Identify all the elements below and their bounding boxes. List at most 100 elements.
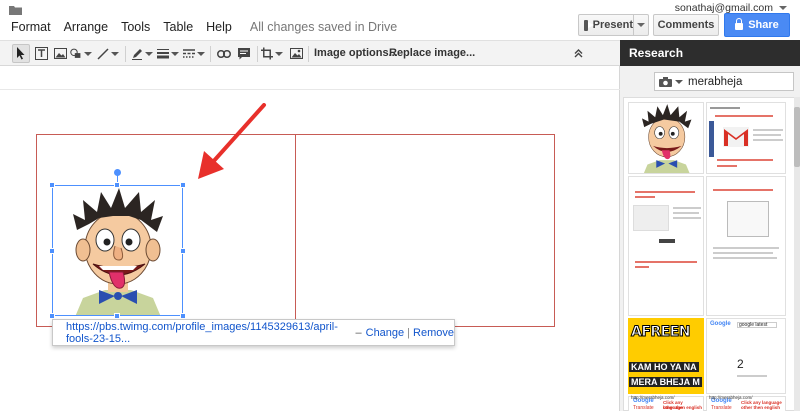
thumb-line bbox=[717, 165, 737, 167]
image-link-url[interactable]: https://pbs.twimg.com/profile_images/114… bbox=[66, 321, 352, 345]
folder-icon[interactable] bbox=[9, 5, 22, 15]
thumb-image bbox=[633, 205, 669, 231]
thumb-translate-label: Translate bbox=[711, 405, 732, 411]
toolbar-divider bbox=[308, 46, 309, 62]
comments-button[interactable]: Comments bbox=[653, 14, 719, 36]
selected-image[interactable] bbox=[52, 185, 183, 316]
image-options-button[interactable]: Image options... bbox=[314, 47, 398, 59]
resize-handle-top[interactable] bbox=[114, 182, 120, 188]
menu-tools[interactable]: Tools bbox=[121, 20, 150, 34]
toolbar-divider bbox=[210, 46, 211, 62]
thumb-line bbox=[753, 139, 783, 141]
thumb-line bbox=[753, 129, 783, 131]
thumb-line bbox=[713, 247, 779, 249]
result-thumbnail[interactable] bbox=[706, 102, 786, 174]
research-header: Research bbox=[620, 40, 800, 66]
shape-icon bbox=[70, 48, 81, 58]
lock-icon bbox=[735, 18, 744, 30]
comments-label: Comments bbox=[657, 19, 715, 31]
cartoon-face-thumbnail bbox=[641, 104, 692, 173]
menu-table[interactable]: Table bbox=[163, 20, 193, 34]
chevron-down-icon bbox=[637, 23, 645, 27]
result-thumbnail[interactable] bbox=[628, 102, 704, 174]
toolbar: Image options... Replace image... bbox=[0, 40, 620, 66]
shape-tool[interactable] bbox=[70, 44, 92, 63]
collapse-icon bbox=[574, 49, 582, 58]
thumb-line bbox=[635, 191, 695, 193]
pen-icon bbox=[132, 48, 142, 60]
gmail-icon bbox=[723, 127, 749, 147]
image-tool[interactable] bbox=[52, 44, 68, 63]
link-icon bbox=[217, 49, 231, 58]
thumb-share-bar bbox=[709, 121, 714, 157]
thumb-image bbox=[659, 239, 675, 243]
research-panel: Research merabheja AFREEN KAM HO YA NA M… bbox=[620, 40, 800, 411]
line-color-tool[interactable] bbox=[131, 44, 153, 63]
research-scrollbar[interactable] bbox=[794, 97, 800, 411]
google-logo: Google bbox=[710, 321, 731, 327]
line-weight-tool[interactable] bbox=[157, 44, 179, 63]
thumb-search-box: google latest bbox=[737, 322, 777, 328]
chevron-down-icon[interactable] bbox=[675, 79, 683, 84]
chevron-down-icon bbox=[111, 51, 119, 56]
thumb-line bbox=[710, 107, 740, 109]
thumb-translate-label: Translate bbox=[633, 405, 654, 411]
present-label: Present bbox=[592, 19, 633, 31]
select-tool[interactable] bbox=[12, 44, 30, 63]
line-icon bbox=[97, 47, 109, 60]
crop-button[interactable] bbox=[261, 44, 283, 63]
insert-comment-button[interactable] bbox=[235, 44, 253, 63]
cursor-icon bbox=[17, 47, 25, 60]
present-button[interactable]: Present bbox=[579, 15, 634, 35]
insert-link-button[interactable] bbox=[215, 44, 233, 63]
change-link-button[interactable]: Change bbox=[366, 327, 405, 339]
thumb-line bbox=[635, 266, 649, 268]
thumb-caption: other then english bbox=[663, 405, 703, 410]
crop-icon bbox=[261, 47, 273, 60]
research-scrollbar-thumb[interactable] bbox=[794, 107, 800, 167]
link-separator: – bbox=[355, 326, 362, 339]
research-query[interactable]: merabheja bbox=[688, 76, 742, 88]
line-dash-tool[interactable] bbox=[183, 44, 205, 63]
result-thumbnail[interactable]: Google google latest 2 bbox=[706, 318, 786, 394]
toolbar-divider bbox=[125, 46, 126, 62]
line-dash-icon bbox=[183, 49, 195, 58]
result-thumbnail[interactable] bbox=[706, 176, 786, 316]
share-button[interactable]: Share bbox=[724, 13, 790, 37]
thumb-line bbox=[713, 189, 773, 191]
menu-help[interactable]: Help bbox=[206, 20, 232, 34]
present-dropdown-button[interactable] bbox=[634, 23, 648, 27]
resize-handle-right[interactable] bbox=[180, 248, 186, 254]
research-search-field[interactable]: merabheja bbox=[654, 72, 794, 91]
chevron-down-icon bbox=[84, 51, 92, 56]
resize-handle-top-right[interactable] bbox=[180, 182, 186, 188]
collapse-toolbar-button[interactable] bbox=[571, 44, 585, 63]
meme-text: KAM HO YA NA bbox=[629, 362, 699, 372]
rotate-handle[interactable] bbox=[114, 169, 121, 176]
resize-handle-top-left[interactable] bbox=[49, 182, 55, 188]
resize-handle-left[interactable] bbox=[49, 248, 55, 254]
menu-bar: Format Arrange Tools Table Help All chan… bbox=[11, 20, 397, 34]
menu-arrange[interactable]: Arrange bbox=[64, 20, 108, 34]
result-thumbnail[interactable]: AFREEN KAM HO YA NA MERA BHEJA M bbox=[628, 318, 704, 394]
cartoon-face-image bbox=[73, 188, 163, 315]
chevron-down-icon bbox=[275, 51, 283, 56]
remove-link-button[interactable]: Remove bbox=[413, 327, 454, 339]
camera-icon[interactable] bbox=[659, 76, 672, 87]
thumb-caption: other then english bbox=[741, 405, 781, 410]
textbox-tool[interactable] bbox=[33, 44, 49, 63]
save-status: All changes saved in Drive bbox=[249, 20, 398, 34]
thumb-line bbox=[635, 196, 655, 198]
replace-image-button[interactable]: Replace image... bbox=[389, 47, 475, 59]
meme-text: MERA BHEJA M bbox=[629, 377, 702, 387]
thumb-line bbox=[673, 212, 699, 214]
thumb-line bbox=[673, 207, 701, 209]
thumb-number: 2 bbox=[737, 357, 744, 371]
chevron-down-icon bbox=[779, 6, 787, 10]
result-thumbnail[interactable] bbox=[628, 176, 704, 316]
line-tool[interactable] bbox=[97, 44, 119, 63]
menu-format[interactable]: Format bbox=[11, 20, 51, 34]
toolbar-divider bbox=[257, 46, 258, 62]
mask-icon bbox=[289, 48, 303, 59]
mask-image-button[interactable] bbox=[287, 44, 305, 63]
